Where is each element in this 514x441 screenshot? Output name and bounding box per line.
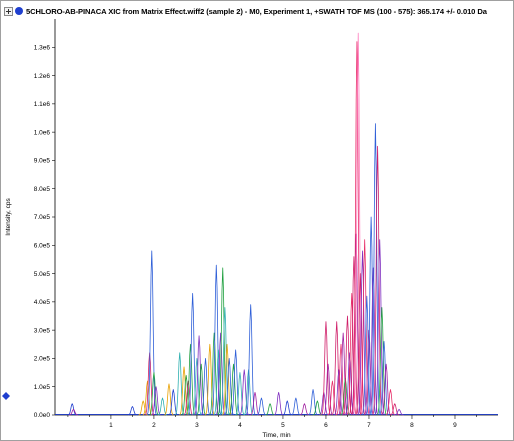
y-tick-label: 3.0e5 bbox=[34, 327, 51, 334]
y-tick-label: 1.1e6 bbox=[34, 101, 51, 108]
blue-diamond-marker-icon[interactable] bbox=[2, 392, 10, 400]
x-tick-label: 2 bbox=[152, 422, 156, 429]
x-tick-label: 4 bbox=[238, 422, 242, 429]
peak-trace bbox=[265, 403, 275, 416]
y-tick-label: 1.3e6 bbox=[34, 44, 51, 51]
x-tick-label: 7 bbox=[367, 422, 371, 429]
y-tick-label: 6.0e5 bbox=[34, 242, 51, 249]
y-tick-label: 9.0e5 bbox=[34, 158, 51, 165]
y-tick-label: 1.0e6 bbox=[34, 129, 51, 136]
y-axis-label: Intensity, cps bbox=[5, 198, 12, 236]
x-tick-label: 9 bbox=[453, 422, 457, 429]
peak-trace bbox=[282, 400, 292, 416]
x-axis-label: Time, min bbox=[262, 432, 291, 439]
x-tick-label: 6 bbox=[324, 422, 328, 429]
peak-trace bbox=[127, 406, 137, 416]
x-tick-label: 5 bbox=[281, 422, 285, 429]
peak-trace bbox=[308, 389, 318, 416]
peak-trace bbox=[299, 403, 310, 416]
peak-trace bbox=[291, 397, 301, 416]
x-tick-label: 1 bbox=[109, 422, 113, 429]
x-tick-label: 3 bbox=[195, 422, 199, 429]
peak-trace bbox=[273, 391, 284, 416]
y-tick-label: 2.0e5 bbox=[34, 356, 51, 363]
y-tick-label: 1.0e5 bbox=[34, 384, 51, 391]
y-tick-label: 5.0e5 bbox=[34, 271, 51, 278]
peak-trace bbox=[390, 403, 400, 416]
chromatogram-plot: 0.0e0 1.0e5 2.0e5 3.0e5 4.0e5 5.0e5 6.0e5 7.0e5… bbox=[5, 19, 498, 439]
chart-panel: 5CHLORO-AB-PINACA XIC from Matrix Effect… bbox=[0, 0, 514, 441]
y-tick-label: 4.0e5 bbox=[34, 299, 51, 306]
peak-trace bbox=[256, 397, 267, 416]
y-tick-label: 8.0e5 bbox=[34, 186, 51, 193]
y-tick-label: 7.0e5 bbox=[34, 214, 51, 221]
x-tick-label: 8 bbox=[410, 422, 414, 429]
y-tick-label: 0.0e0 bbox=[34, 412, 51, 419]
y-tick-label: 1.2e6 bbox=[34, 73, 51, 80]
